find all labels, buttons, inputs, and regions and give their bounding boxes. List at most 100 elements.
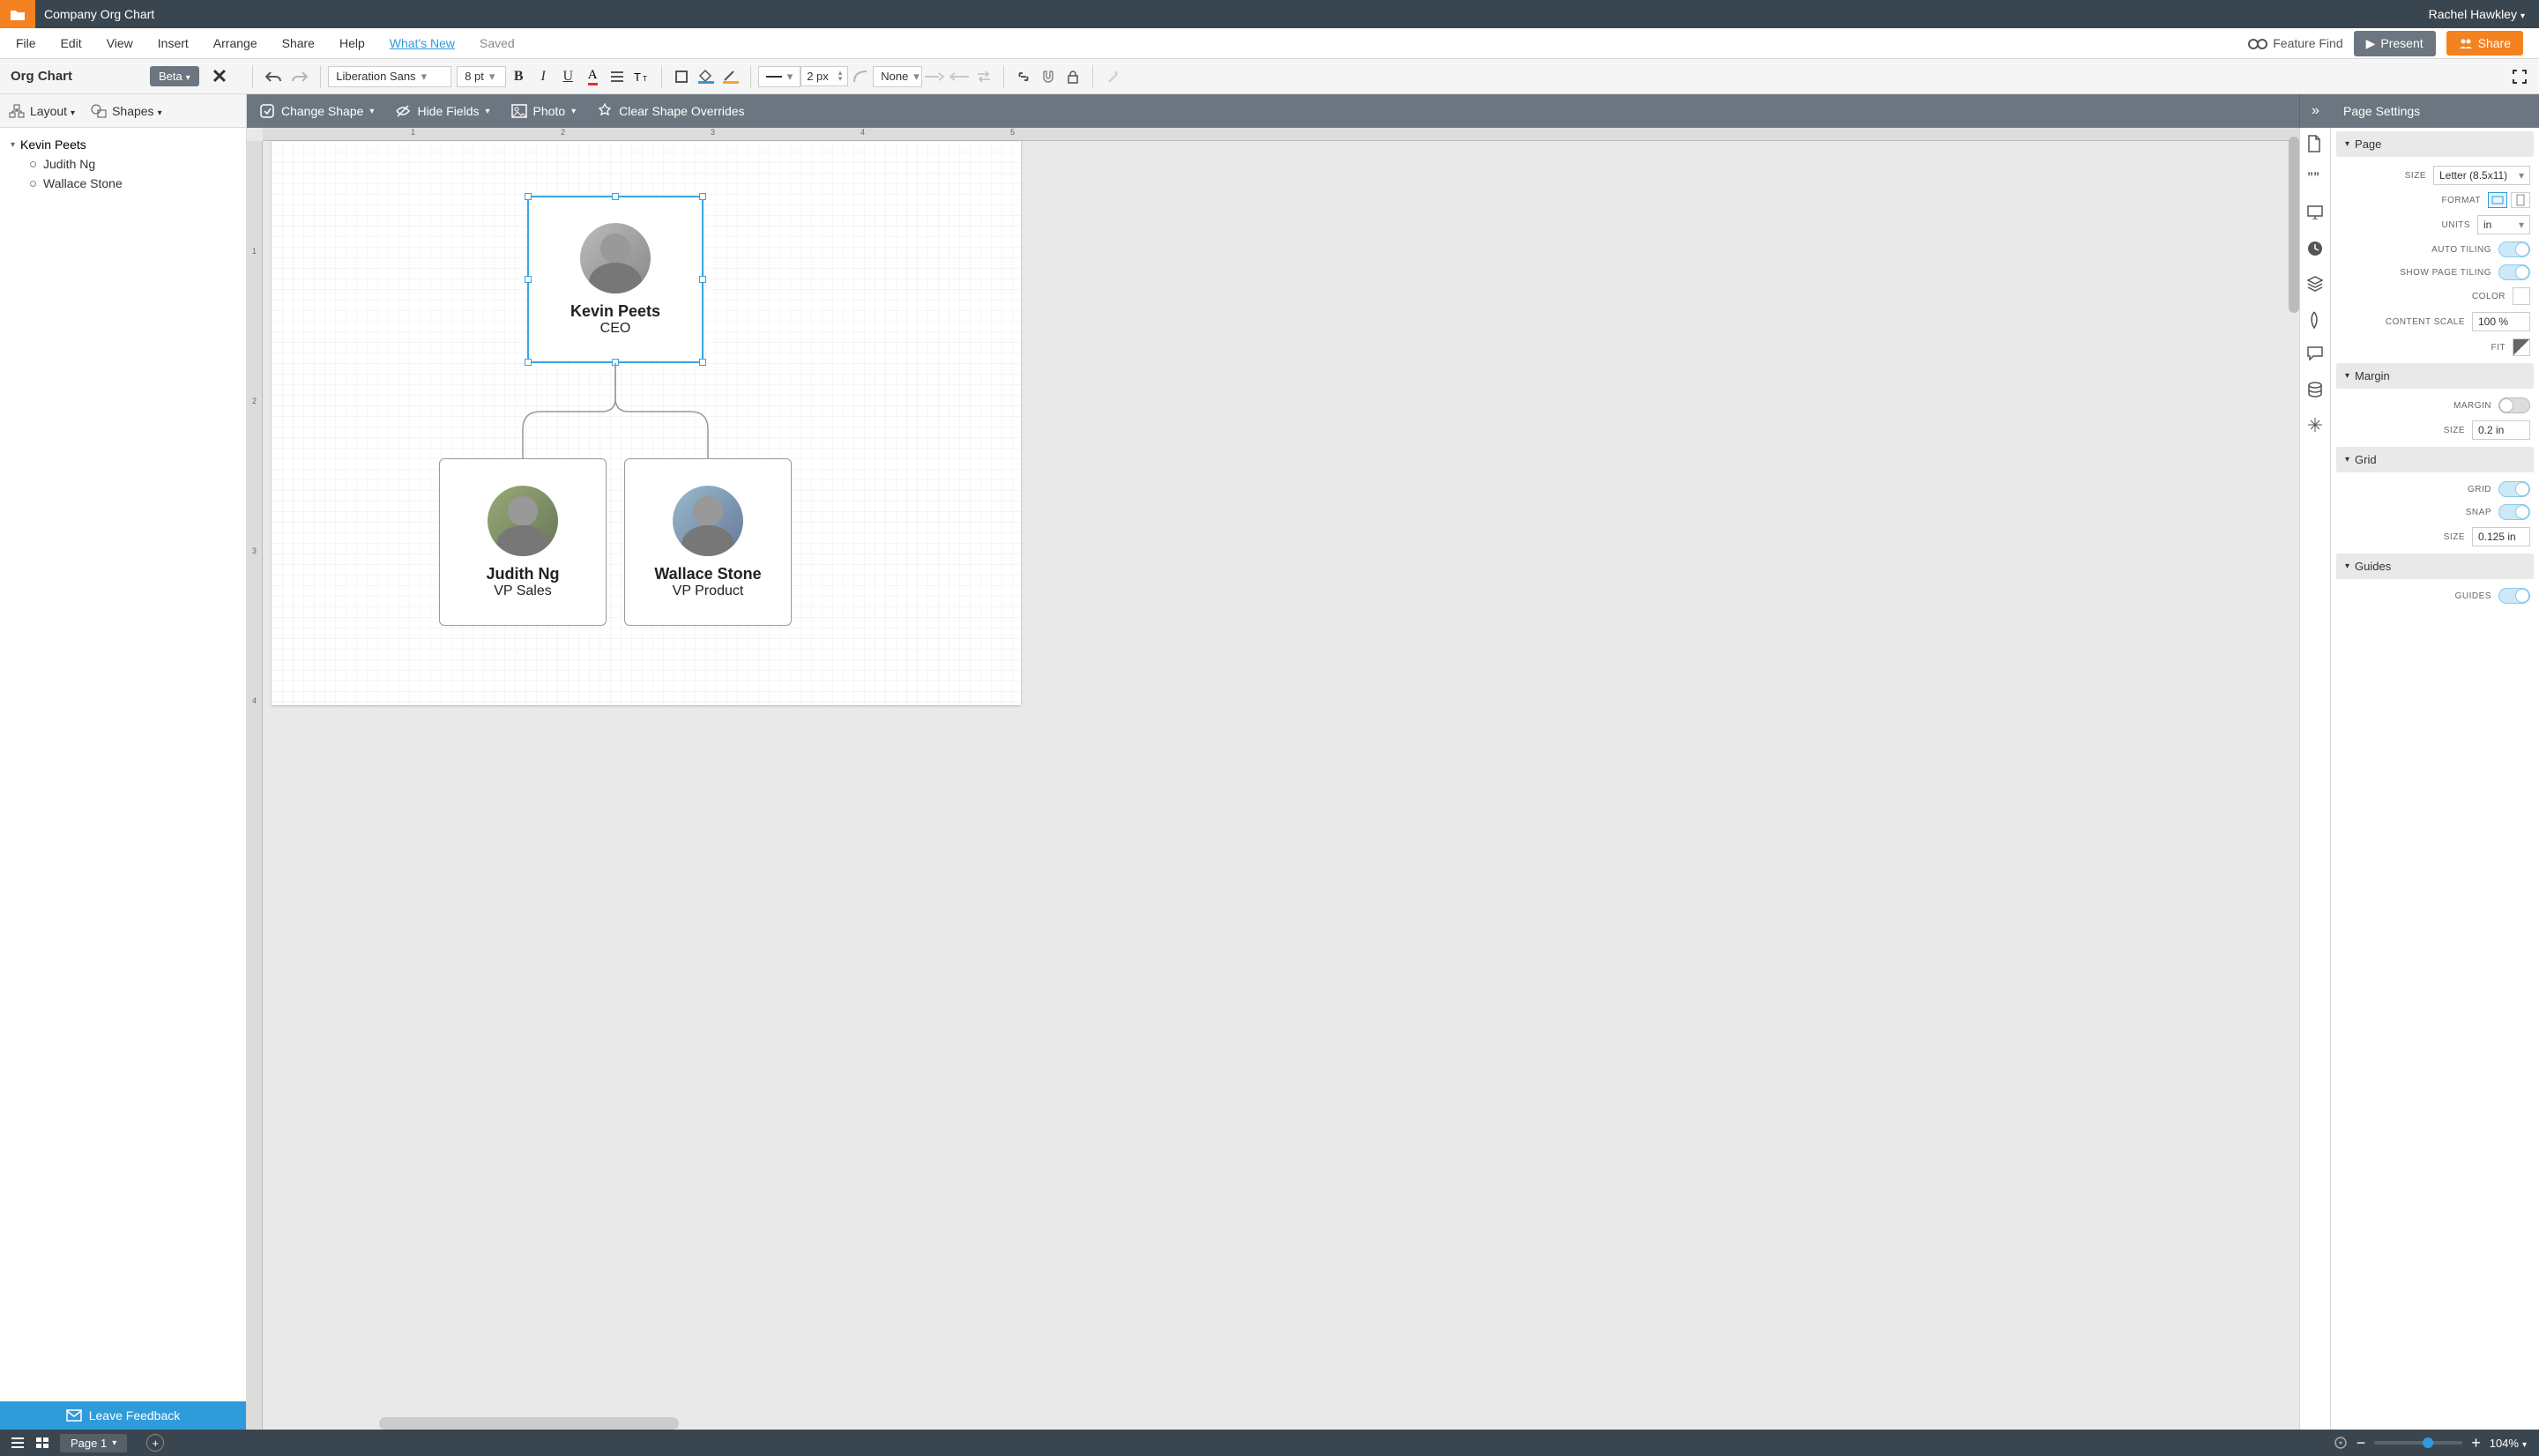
history-icon[interactable] [2307,241,2323,256]
hide-fields-button[interactable]: Hide Fields▾ [395,104,489,118]
org-node-vp-sales[interactable]: Judith Ng VP Sales [439,458,607,626]
menu-view[interactable]: View [107,36,133,50]
undo-button[interactable] [262,65,285,88]
comment-icon[interactable] [2307,346,2323,362]
target-icon[interactable] [2334,1436,2348,1450]
fill-color-button[interactable] [696,67,716,86]
present-button[interactable]: ▶ Present [2354,31,2436,56]
content-scale-input[interactable]: 100 % [2472,312,2530,331]
text-size-button[interactable]: TT [632,67,652,86]
wrench-button[interactable] [1103,67,1122,86]
line-shape-button[interactable] [851,67,870,86]
photo-button[interactable]: Photo▾ [511,104,577,118]
sparkle-icon[interactable] [2307,417,2323,433]
section-page[interactable]: ▾Page [2336,131,2534,157]
layers-icon[interactable] [2307,276,2323,292]
menu-file[interactable]: File [16,36,36,50]
leave-feedback-button[interactable]: Leave Feedback [0,1401,246,1430]
text-color-button[interactable]: A [583,67,602,86]
add-page-button[interactable]: + [146,1434,164,1452]
underline-button[interactable]: U [558,67,577,86]
org-node-vp-product[interactable]: Wallace Stone VP Product [624,458,792,626]
quote-icon[interactable]: ”” [2307,170,2323,186]
line-width-input[interactable]: 2 px ▴▾ [800,66,848,86]
font-select[interactable]: Liberation Sans▾ [328,66,451,87]
shape-border-button[interactable] [672,67,691,86]
zoom-in-button[interactable]: + [2471,1434,2481,1452]
menu-arrange[interactable]: Arrange [213,36,257,50]
document-title[interactable]: Company Org Chart [44,7,154,21]
align-button[interactable] [607,67,627,86]
presentation-icon[interactable] [2307,205,2323,221]
canvas[interactable]: 1 2 3 4 5 1 2 3 4 Kevin Peets CEO [247,128,2299,1430]
user-menu[interactable]: Rachel Hawkley [2429,7,2525,21]
data-icon[interactable] [2307,382,2323,397]
list-view-icon[interactable] [11,1437,25,1449]
snap-toggle[interactable] [2498,504,2530,520]
layout-dropdown[interactable]: Layout [9,104,75,118]
link-button[interactable] [1014,67,1033,86]
bold-button[interactable]: B [509,67,528,86]
fullscreen-button[interactable] [2513,70,2527,84]
lbl-color: COLOR [2336,292,2505,301]
arrow-end-button[interactable] [925,67,944,86]
theme-icon[interactable] [2307,311,2323,327]
line-color-button[interactable] [721,67,741,86]
collapse-right-panel[interactable]: » [2299,94,2331,128]
arrow-style-select[interactable]: None▾ [873,66,922,87]
guides-toggle[interactable] [2498,588,2530,604]
grid-view-icon[interactable] [35,1437,49,1449]
margin-toggle[interactable] [2498,397,2530,413]
format-portrait[interactable] [2511,192,2530,208]
magnet-button[interactable] [1039,67,1058,86]
envelope-icon [66,1409,82,1422]
show-tiling-toggle[interactable] [2498,264,2530,280]
menu-whats-new[interactable]: What's New [390,36,455,50]
zoom-out-button[interactable]: − [2357,1434,2366,1452]
grid-toggle[interactable] [2498,481,2530,497]
margin-size-input[interactable]: 0.2 in [2472,420,2530,440]
section-margin[interactable]: ▾Margin [2336,363,2534,389]
italic-button[interactable]: I [533,67,553,86]
line-style-select[interactable]: ▾ [758,66,800,87]
menu-edit[interactable]: Edit [61,36,82,50]
page-size-select[interactable]: Letter (8.5x11)▾ [2433,166,2530,185]
grid-size-input[interactable]: 0.125 in [2472,527,2530,546]
page-tab[interactable]: Page 1▾ [60,1434,127,1452]
clear-overrides-button[interactable]: Clear Shape Overrides [597,103,744,119]
close-panel-button[interactable]: ✕ [212,65,227,88]
person-title: CEO [600,321,631,337]
menu-share[interactable]: Share [282,36,315,50]
tree-root[interactable]: ▾Kevin Peets [11,135,235,154]
section-guides[interactable]: ▾Guides [2336,553,2534,579]
auto-tiling-toggle[interactable] [2498,241,2530,257]
arrow-start-button[interactable] [949,67,969,86]
share-button[interactable]: Share [2446,31,2523,56]
shapes-label: Shapes [112,104,162,118]
menu-help[interactable]: Help [339,36,365,50]
format-landscape[interactable] [2488,192,2507,208]
page-color-swatch[interactable] [2513,287,2530,305]
beta-button[interactable]: Beta [150,66,199,86]
lock-button[interactable] [1063,67,1083,86]
tree-child[interactable]: Wallace Stone [11,174,235,193]
units-select[interactable]: in▾ [2477,215,2530,234]
page-icon[interactable] [2307,135,2323,151]
zoom-slider[interactable] [2374,1441,2462,1445]
redo-button[interactable] [288,65,311,88]
change-shape-button[interactable]: Change Shape▾ [259,103,374,119]
font-size-select[interactable]: 8 pt▾ [457,66,506,87]
vertical-scrollbar[interactable] [2289,137,2299,313]
menu-insert[interactable]: Insert [158,36,189,50]
page-canvas[interactable]: Kevin Peets CEO Judith Ng VP Sales Walla… [272,141,1021,705]
shapes-dropdown[interactable]: Shapes [91,104,162,118]
swap-arrows-button[interactable] [974,67,994,86]
fit-button[interactable] [2513,338,2530,356]
section-grid[interactable]: ▾Grid [2336,447,2534,472]
horizontal-scrollbar[interactable] [379,1417,679,1430]
zoom-value[interactable]: 104% [2490,1437,2527,1450]
feature-find[interactable]: Feature Find [2248,36,2342,50]
org-node-ceo[interactable]: Kevin Peets CEO [527,196,704,363]
app-logo[interactable] [0,0,35,28]
tree-child[interactable]: Judith Ng [11,154,235,174]
